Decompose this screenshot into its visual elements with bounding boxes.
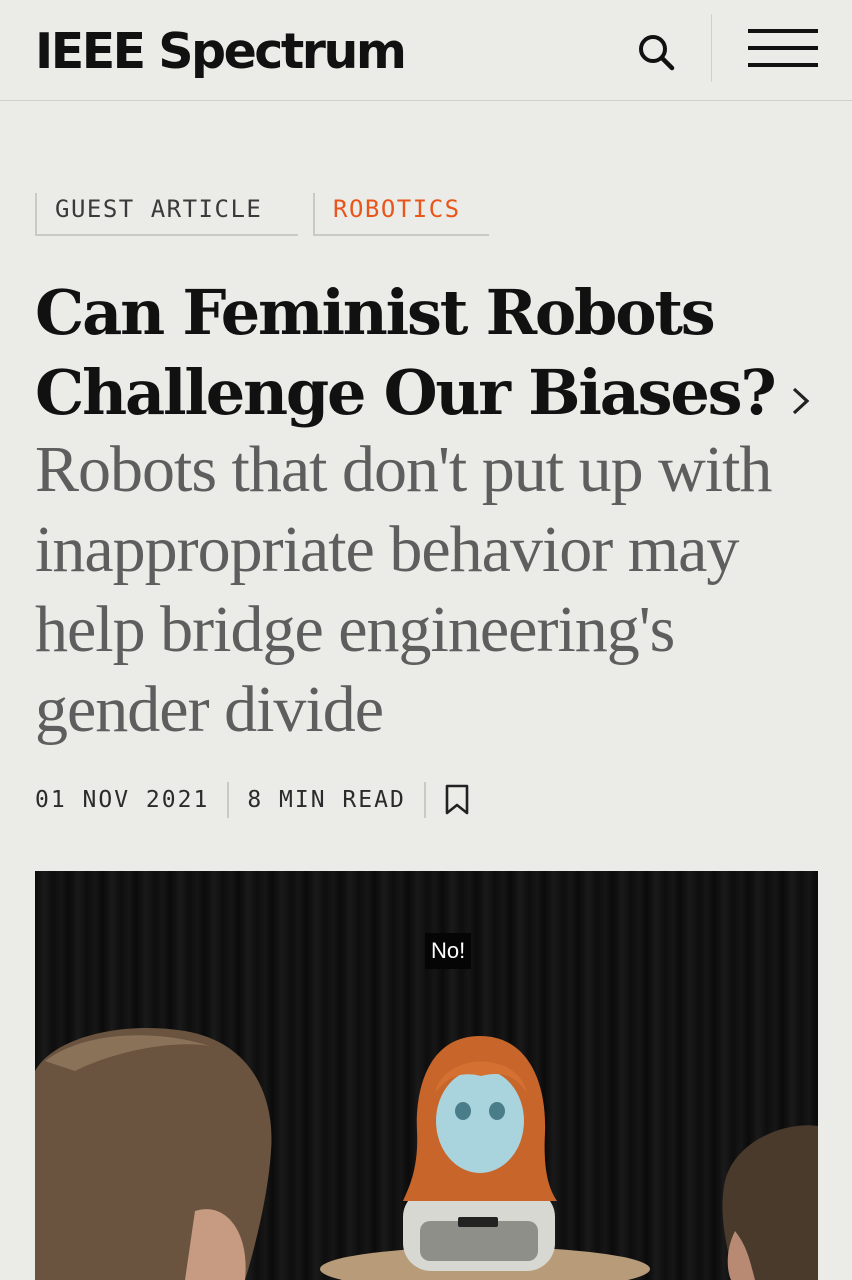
chevron-right-icon [790,358,812,438]
site-logo[interactable]: IEEE Spectrum [35,22,407,82]
header-divider [711,14,712,82]
article-meta: 01 NOV 2021 8 MIN READ [35,780,470,820]
search-button[interactable] [630,28,682,76]
read-time: 8 MIN READ [247,787,406,813]
tag-guest-article[interactable]: GUEST ARTICLE [35,193,298,236]
search-icon [639,35,675,71]
video-caption: No! [425,933,472,969]
bookmark-button[interactable] [444,784,470,816]
article-subtitle: Robots that don't put up with inappropri… [35,433,772,746]
article-date: 01 NOV 2021 [35,787,210,813]
article-title[interactable]: Can Feminist Robots Challenge Our Biases… [35,273,825,438]
tag-robotics[interactable]: ROBOTICS [313,193,489,236]
hamburger-menu-button[interactable] [746,26,820,70]
bookmark-icon [445,784,469,815]
hero-image: No! [35,871,818,1280]
meta-divider [227,782,230,818]
hamburger-menu-icon [748,29,818,33]
site-header: IEEE Spectrum [0,0,852,101]
meta-divider [423,782,426,818]
article-title-text: Can Feminist Robots Challenge Our Biases… [35,276,777,429]
